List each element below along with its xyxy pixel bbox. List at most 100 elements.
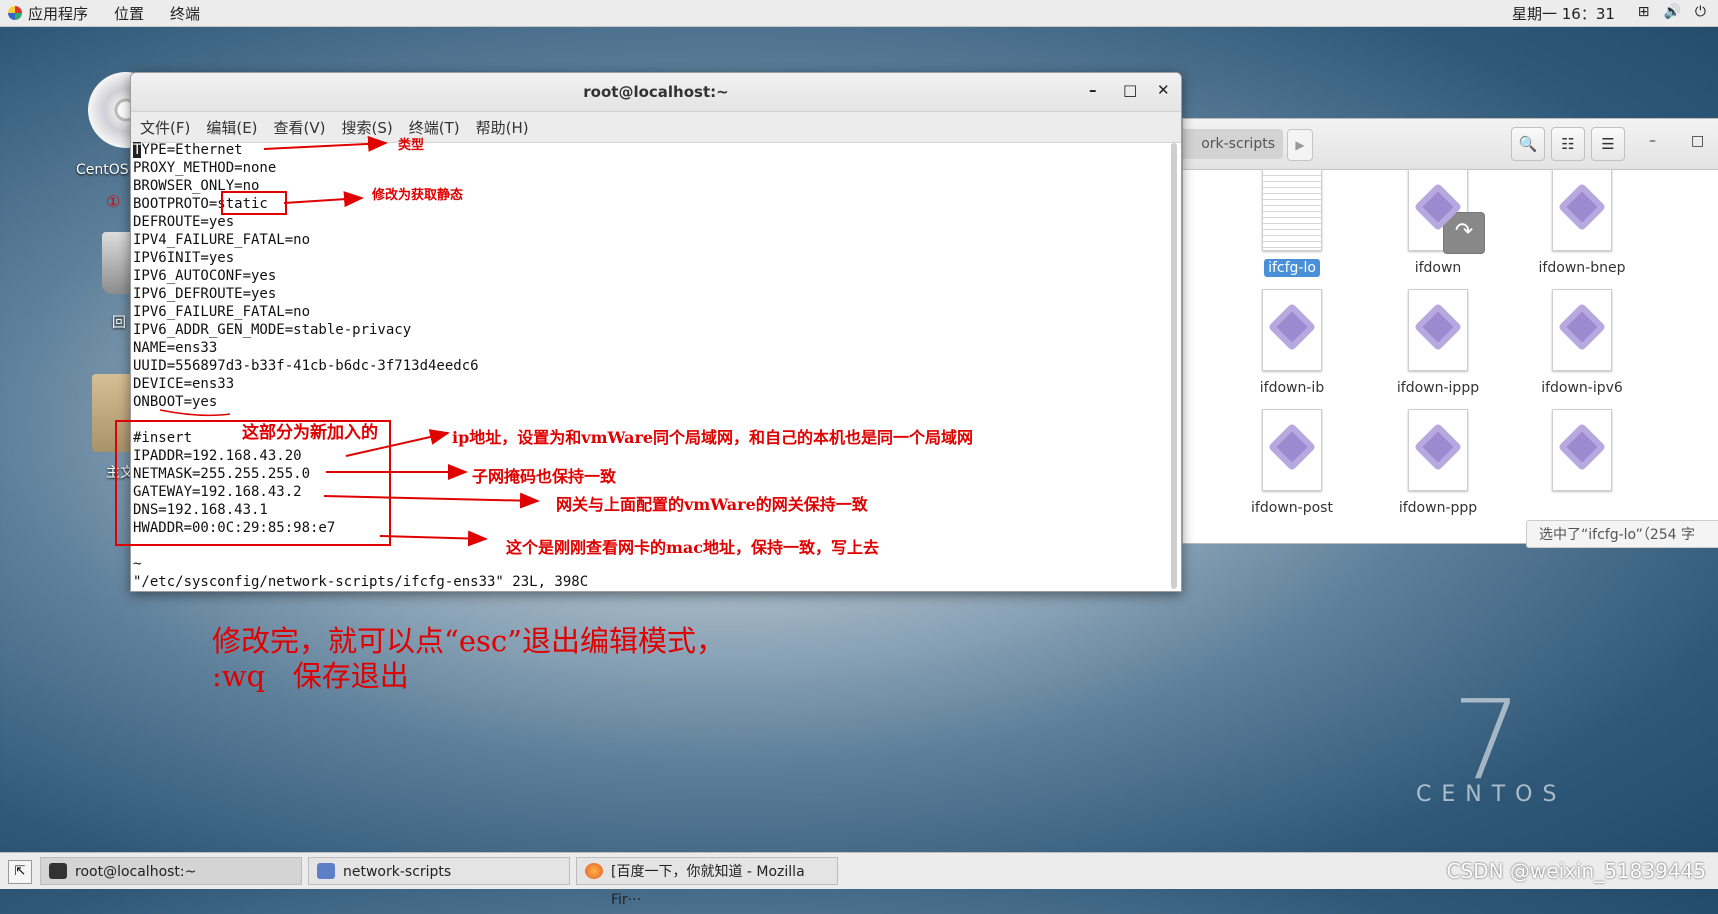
file-item[interactable]: ifdown-ppp (1363, 409, 1513, 517)
terminal-icon (49, 863, 67, 879)
centos-logo-word: CENTOS (1416, 782, 1567, 807)
taskbar: ⇱ root@localhost:~ network-scripts [百度一下… (0, 852, 1718, 908)
script-file-icon (1408, 289, 1468, 371)
terminal-line: DEVICE=ens33 (133, 376, 235, 392)
file-manager-header: ork-scripts ▶ 🔍 ☷ ☰ – □ (1183, 119, 1718, 170)
file-name: ifcfg-lo (1264, 259, 1320, 277)
footer-note-line1: 修改完，就可以点“esc”退出编辑模式， (212, 624, 725, 658)
note-new-section: 这部分为新加入的 (242, 423, 378, 443)
terminal-line: PROXY_METHOD=none (133, 160, 277, 176)
file-item[interactable]: ifdown-bnep (1507, 169, 1657, 277)
terminal-line: TYPE=Ethernet (133, 141, 1167, 159)
file-name: ifdown-post (1251, 500, 1333, 516)
file-name: ifdown-ippp (1396, 380, 1480, 396)
path-forward-icon[interactable]: ▶ (1287, 129, 1313, 161)
terminal-line: DEFROUTE=yes (133, 214, 235, 230)
file-item[interactable] (1507, 409, 1657, 507)
note-type: 类型 (398, 138, 425, 153)
terminal-line-rest: YPE=Ethernet (141, 142, 243, 158)
applications-icon[interactable] (8, 6, 22, 20)
file-item[interactable]: ifdown-ipv6 (1507, 289, 1657, 397)
terminal-titlebar[interactable]: root@localhost:~ – □ ✕ (131, 73, 1181, 112)
terminal-menubar: 文件(F) 编辑(E) 查看(V) 搜索(S) 终端(T) 帮助(H) (131, 112, 1181, 143)
symlink-icon: ↷ (1443, 212, 1485, 254)
selection-status: 选中了“ifcfg-lo”（254 字 (1526, 520, 1718, 548)
terminal-scrollbar[interactable] (1171, 143, 1177, 589)
static-highlight-box (221, 191, 287, 215)
clock[interactable]: 星期一 16：31 (1512, 3, 1615, 24)
script-file-icon (1262, 289, 1322, 371)
file-manager-window[interactable]: ork-scripts ▶ 🔍 ☷ ☰ – □ ifcfg-lo ↷ ifdown i… (1182, 118, 1718, 544)
firefox-icon (585, 863, 603, 879)
taskbar-label-files: network-scripts (343, 864, 452, 880)
terminal-line: BROWSER_ONLY=no (133, 178, 260, 194)
terminal-line: BOOTPROTO=static (133, 196, 268, 212)
script-file-icon: ↷ (1408, 169, 1485, 254)
file-name: ifdown-bnep (1538, 260, 1626, 276)
terminal-line: "/etc/sysconfig/network-scripts/ifcfg-en… (133, 574, 589, 590)
file-name: ifdown-ipv6 (1541, 380, 1623, 396)
terminal-line: IPV4_FAILURE_FATAL=no (133, 232, 311, 248)
text-file-icon (1262, 169, 1322, 251)
script-file-icon (1552, 169, 1612, 251)
network-icon[interactable]: ⊞ (1638, 4, 1650, 20)
note-netmask: 子网掩码也保持一致 (472, 467, 617, 486)
taskbar-item-terminal[interactable]: root@localhost:~ (40, 857, 302, 885)
footer-note: 修改完，就可以点“esc”退出编辑模式， :wq 保存退出 (212, 624, 725, 694)
menu-applications[interactable]: 应用程序 (28, 3, 88, 24)
watermark: CSDN @weixin_51839445 (1446, 859, 1706, 883)
file-item[interactable]: ifdown-post (1217, 409, 1367, 517)
terminal-line: IPV6_DEFROUTE=yes (133, 286, 277, 302)
terminal-line: NAME=ens33 (133, 340, 218, 356)
file-name: ifdown-ppp (1398, 500, 1478, 516)
view-toggle-icon[interactable]: ☷ (1551, 127, 1585, 161)
file-name (1578, 501, 1586, 503)
terminal-title: root@localhost:~ (583, 83, 729, 101)
note-gateway: 网关与上面配置的vmWare的网关保持一致 (556, 495, 868, 514)
volume-icon[interactable]: 🔊 (1663, 4, 1680, 20)
menu-search[interactable]: 搜索(S) (342, 117, 393, 138)
terminal-line: UUID=556897d3-b33f-41cb-b6dc-3f713d4eedc… (133, 358, 479, 374)
menu-terminal[interactable]: 终端 (170, 3, 200, 24)
taskbar-item-firefox[interactable]: [百度一下，你就知道 - Mozilla Fir··· (576, 857, 838, 908)
menu-places[interactable]: 位置 (114, 3, 144, 24)
script-file-icon (1262, 409, 1322, 491)
terminal-line: IPV6_FAILURE_FATAL=no (133, 304, 311, 320)
menu-file[interactable]: 文件(F) (140, 117, 190, 138)
file-item[interactable]: ↷ ifdown (1363, 169, 1513, 277)
terminal-line: IPV6_AUTOCONF=yes (133, 268, 277, 284)
menu-help[interactable]: 帮助(H) (476, 117, 529, 138)
note-static: 修改为获取静态 (372, 188, 464, 203)
footer-note-line2: :wq 保存退出 (212, 659, 409, 693)
script-file-icon (1408, 409, 1468, 491)
minimize-icon[interactable]: – (1089, 81, 1097, 99)
terminal-line: IPV6_ADDR_GEN_MODE=stable-privacy (133, 322, 412, 338)
search-icon[interactable]: 🔍 (1511, 127, 1545, 161)
note-mac: 这个是刚刚查看网卡的mac地址，保持一致，写上去 (506, 538, 880, 557)
show-desktop-icon[interactable]: ⇱ (8, 860, 32, 884)
terminal-line: ONBOOT=yes (133, 394, 218, 410)
file-item[interactable]: ifdown-ib (1217, 289, 1367, 397)
minimize-icon[interactable]: – (1649, 133, 1656, 149)
desktop-label-centos[interactable]: CentOS (76, 162, 129, 178)
close-icon[interactable]: ✕ (1157, 81, 1170, 99)
menu-icon[interactable]: ☰ (1591, 127, 1625, 161)
script-file-icon (1552, 289, 1612, 371)
script-file-icon (1552, 409, 1612, 491)
menu-view[interactable]: 查看(V) (274, 117, 326, 138)
note-ip: ip地址，设置为和vmWare同个局域网，和自己的本机也是同一个局域网 (452, 428, 974, 447)
system-tray[interactable]: ⊞ 🔊 ⏻ (1638, 4, 1706, 20)
desktop-label-trash[interactable]: 回 (112, 312, 126, 332)
file-item[interactable]: ifcfg-lo (1217, 169, 1367, 277)
path-bar-current[interactable]: ork-scripts (1183, 129, 1283, 159)
taskbar-item-files[interactable]: network-scripts (308, 857, 570, 885)
terminal-line: IPV6INIT=yes (133, 250, 235, 266)
note-circle-one: ① (106, 192, 121, 211)
power-icon[interactable]: ⏻ (1695, 4, 1706, 20)
file-item[interactable]: ifdown-ippp (1363, 289, 1513, 397)
file-manager-icon (317, 863, 335, 879)
menu-edit[interactable]: 编辑(E) (206, 117, 257, 138)
file-name: ifdown-ib (1259, 380, 1325, 396)
maximize-icon[interactable]: □ (1691, 133, 1704, 149)
maximize-icon[interactable]: □ (1123, 81, 1137, 99)
